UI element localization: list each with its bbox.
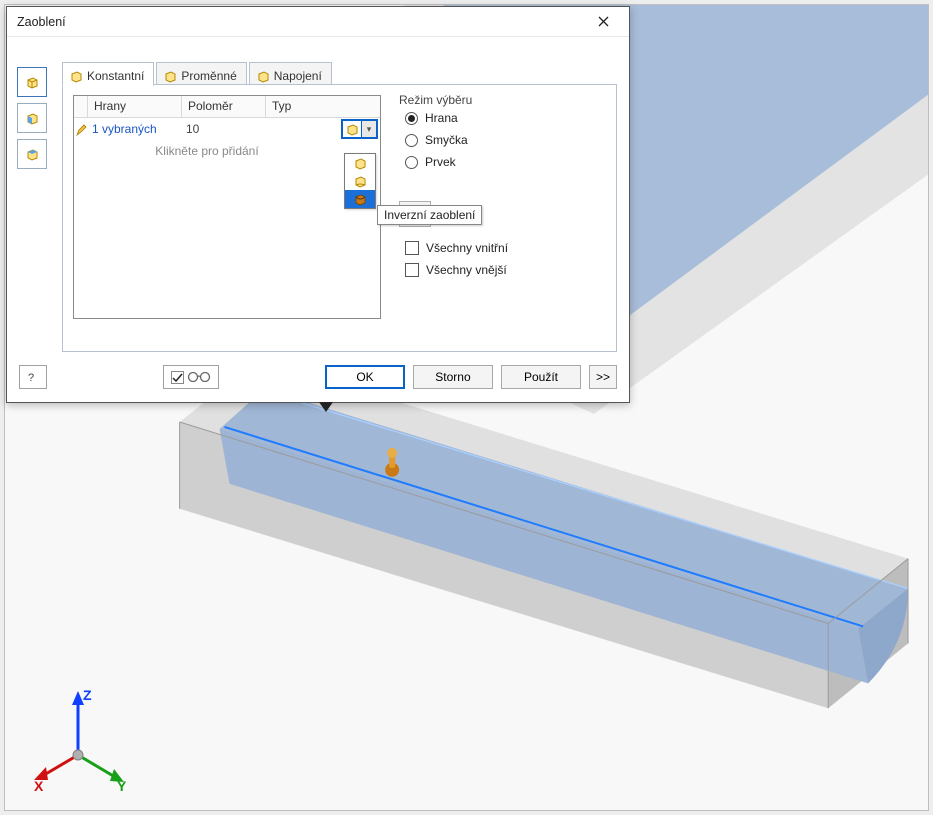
type-option-smooth[interactable] xyxy=(345,172,375,190)
cell-radius[interactable]: 10 xyxy=(182,120,266,138)
tab-variable[interactable]: Proměnné xyxy=(156,62,246,86)
radio-edge-label: Hrana xyxy=(425,111,458,125)
help-icon: ? xyxy=(26,370,40,384)
select-mode-radios: Hrana Smyčka Prvek xyxy=(405,111,606,169)
cell-edges[interactable]: 1 vybraných xyxy=(88,120,182,138)
cell-type-dropdown[interactable]: ▾ xyxy=(341,119,378,139)
radio-loop[interactable]: Smyčka xyxy=(405,133,606,147)
tabs: Konstantní Proměnné Napojení xyxy=(62,61,334,85)
radio-edge[interactable]: Hrana xyxy=(405,111,606,125)
type-option-inverted[interactable] xyxy=(345,190,375,208)
check-all-inner-label: Všechny vnitřní xyxy=(426,241,508,255)
col-type[interactable]: Typ xyxy=(266,96,380,118)
radio-dot-icon xyxy=(405,156,418,169)
close-button[interactable] xyxy=(585,10,621,34)
tab-constant[interactable]: Konstantní xyxy=(62,62,154,86)
pencil-icon xyxy=(76,123,87,136)
tab-blend-label: Napojení xyxy=(274,69,322,83)
dialog-titlebar[interactable]: Zaoblení xyxy=(7,7,629,37)
tooltip: Inverzní zaoblení xyxy=(377,205,482,225)
fillet-type-icon xyxy=(343,121,361,137)
mode-face-fillet[interactable] xyxy=(17,103,47,133)
mode-full-round[interactable] xyxy=(17,139,47,169)
preview-toggle[interactable] xyxy=(163,365,219,389)
expand-button[interactable]: >> xyxy=(589,365,617,389)
help-button[interactable]: ? xyxy=(19,365,47,389)
col-edges[interactable]: Hrany xyxy=(88,96,182,118)
tab-blend[interactable]: Napojení xyxy=(249,62,332,86)
dialog-anchor-icon xyxy=(319,402,333,412)
select-mode-label: Režim výběru xyxy=(399,93,606,107)
radio-feature-label: Prvek xyxy=(425,155,456,169)
checkbox-icon xyxy=(405,263,419,277)
type-dropdown-list[interactable] xyxy=(344,153,376,209)
fillet-dialog: Zaoblení Konstantní xyxy=(6,6,630,403)
check-all-outer-label: Všechny vnější xyxy=(426,263,507,277)
checkbox-icon xyxy=(405,241,419,255)
chevron-down-icon: ▾ xyxy=(361,121,376,137)
apply-button[interactable]: Použít xyxy=(501,365,581,389)
ok-button[interactable]: OK xyxy=(325,365,405,389)
radio-loop-label: Smyčka xyxy=(425,133,468,147)
col-radius[interactable]: Poloměr xyxy=(182,96,266,118)
svg-text:?: ? xyxy=(28,372,34,384)
tab-panel: Hrany Poloměr Typ 1 vybraných 10 xyxy=(62,84,617,352)
edge-table[interactable]: Hrany Poloměr Typ 1 vybraných 10 xyxy=(73,95,381,319)
table-row[interactable]: 1 vybraných 10 ▾ xyxy=(74,118,380,140)
type-option-tangent[interactable] xyxy=(345,154,375,172)
check-icon xyxy=(171,371,184,384)
radio-dot-icon xyxy=(405,134,418,147)
tab-variable-label: Proměnné xyxy=(181,69,236,83)
table-add-row[interactable]: Klikněte pro přidání xyxy=(74,140,380,162)
tab-constant-label: Konstantní xyxy=(87,69,144,83)
radio-dot-icon xyxy=(405,112,418,125)
check-all-outer[interactable]: Všechny vnější xyxy=(405,263,606,277)
mode-edge-fillet[interactable] xyxy=(17,67,47,97)
check-all-inner[interactable]: Všechny vnitřní xyxy=(405,241,606,255)
dialog-title: Zaoblení xyxy=(17,15,66,29)
cancel-button[interactable]: Storno xyxy=(413,365,493,389)
add-row-hint: Klikněte pro přidání xyxy=(74,144,380,158)
glasses-icon xyxy=(187,371,211,383)
radio-feature[interactable]: Prvek xyxy=(405,155,606,169)
